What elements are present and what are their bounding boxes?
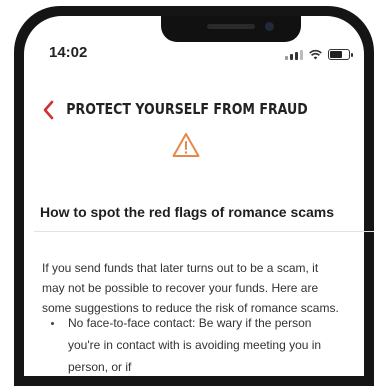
- battery-icon: [328, 49, 353, 60]
- speaker: [207, 24, 255, 29]
- status-time: 14:02: [49, 44, 88, 61]
- section-subtitle: How to spot the red flags of romance sca…: [39, 204, 335, 220]
- list-item: No face-to-face contact: Be wary if the …: [46, 312, 346, 378]
- intro-paragraph: If you send funds that later turns out t…: [42, 261, 339, 315]
- wifi-icon: [309, 49, 322, 60]
- warning-triangle-icon: [172, 133, 200, 157]
- front-camera: [265, 22, 274, 31]
- page-title: PROTECT YOURSELF FROM FRAUD: [66, 100, 308, 118]
- signal-icon: [285, 49, 303, 60]
- notch: [161, 16, 301, 42]
- tips-list: No face-to-face contact: Be wary if the …: [46, 312, 346, 378]
- status-icons: [285, 48, 353, 60]
- divider: [34, 231, 374, 232]
